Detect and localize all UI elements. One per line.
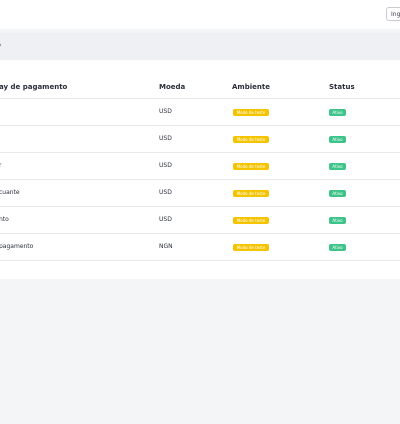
currency-cell: NGN <box>159 243 173 250</box>
status-badge: Ativo <box>329 217 346 224</box>
table-row[interactable]: cuante USD Modo de teste Ativo <box>0 180 400 207</box>
environment-badge: Modo de teste <box>233 244 269 251</box>
gateway-name: pagamento <box>0 243 34 250</box>
table-row[interactable]: pagamento NGN Modo de teste Ativo <box>0 234 400 261</box>
currency-cell: USD <box>159 108 172 115</box>
status-badge: Ativo <box>329 190 346 197</box>
table-row[interactable]: USD Modo de teste Ativo <box>0 99 400 126</box>
language-select[interactable]: Ingl <box>386 7 400 21</box>
column-header-gateway: ay de pagamento <box>0 83 68 91</box>
currency-cell: USD <box>159 135 172 142</box>
table-row[interactable]: nto USD Modo de teste Ativo <box>0 207 400 234</box>
currency-cell: USD <box>159 216 172 223</box>
environment-badge: Modo de teste <box>233 163 269 170</box>
currency-cell: USD <box>159 189 172 196</box>
status-badge: Ativo <box>329 136 346 143</box>
column-header-environment: Ambiente <box>232 83 270 91</box>
status-badge: Ativo <box>329 244 346 251</box>
gateway-name: cuante <box>0 189 20 196</box>
currency-cell: USD <box>159 162 172 169</box>
top-bar: Ingl <box>0 0 400 29</box>
payment-gateways-card: o ay de pagamento Moeda Ambiente Status … <box>0 33 400 279</box>
environment-badge: Modo de teste <box>233 136 269 143</box>
status-badge: Ativo <box>329 163 346 170</box>
column-header-status: Status <box>329 83 355 91</box>
main-content: o ay de pagamento Moeda Ambiente Status … <box>0 29 400 424</box>
table-row[interactable]: USD Modo de teste Ativo <box>0 126 400 153</box>
card-title: o <box>0 41 1 49</box>
environment-badge: Modo de teste <box>233 217 269 224</box>
card-header: o <box>0 33 400 60</box>
environment-badge: Modo de teste <box>233 109 269 116</box>
column-header-currency: Moeda <box>159 83 186 91</box>
gateway-name: nto <box>0 216 9 223</box>
gateway-name: r <box>0 162 2 169</box>
environment-badge: Modo de teste <box>233 190 269 197</box>
status-badge: Ativo <box>329 109 346 116</box>
table-row[interactable]: r USD Modo de teste Ativo <box>0 153 400 180</box>
